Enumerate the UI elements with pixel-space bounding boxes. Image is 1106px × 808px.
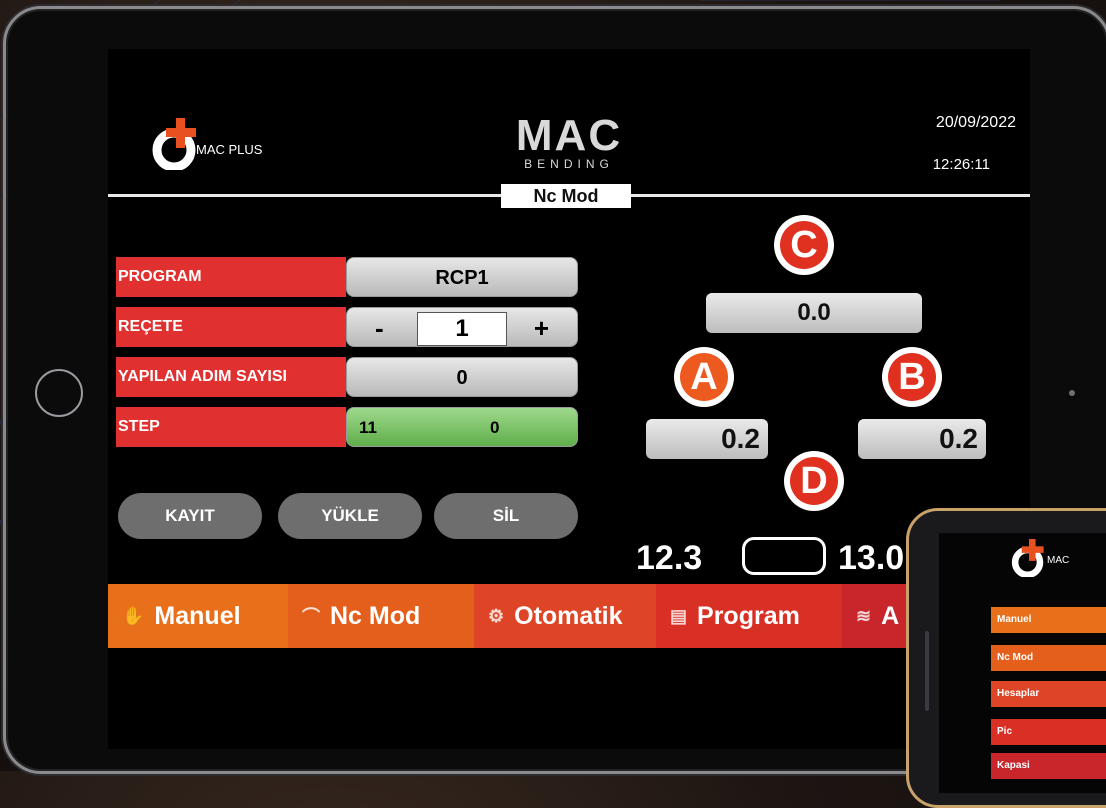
mac-plus-logo-icon-small bbox=[1011, 539, 1044, 577]
mode-indicator: Nc Mod bbox=[501, 184, 631, 208]
hand-icon: ✋ bbox=[122, 605, 145, 626]
axis-d-badge: D bbox=[784, 451, 844, 511]
axis-a-readout[interactable]: 0.2 bbox=[646, 419, 768, 459]
bottom-right-value: 13.0 bbox=[838, 539, 905, 577]
axis-a-badge: A bbox=[674, 347, 734, 407]
time-display: 12:26:11 bbox=[932, 156, 990, 173]
nav-program[interactable]: ▤ Program bbox=[656, 584, 842, 648]
nav-ncmod-label: Nc Mod bbox=[330, 601, 421, 630]
yukle-button[interactable]: YÜKLE bbox=[278, 493, 422, 539]
axis-c-badge: C bbox=[774, 215, 834, 275]
phone-menu-hesaplar[interactable]: Hesaplar bbox=[991, 681, 1106, 707]
brand-logo: MAC BENDING bbox=[503, 111, 635, 171]
phone-side-button bbox=[925, 631, 929, 711]
kayit-button[interactable]: KAYIT bbox=[118, 493, 262, 539]
axis-d-letter: D bbox=[790, 457, 838, 505]
axis-c-letter: C bbox=[780, 221, 828, 269]
step-label: STEP bbox=[116, 407, 346, 447]
bend-icon: ⌒ bbox=[302, 607, 320, 627]
logo-text: MAC PLUS bbox=[196, 142, 263, 157]
nav-manuel-label: Manuel bbox=[154, 601, 241, 630]
phone-logo-text: MAC bbox=[1047, 555, 1070, 566]
axis-b-readout[interactable]: 0.2 bbox=[858, 419, 986, 459]
program-label: PROGRAM bbox=[116, 257, 346, 297]
date-display: 20/09/2022 bbox=[935, 114, 1016, 131]
adim-sayisi-label: YAPILAN ADIM SAYISI bbox=[116, 357, 346, 397]
axis-b-badge: B bbox=[882, 347, 942, 407]
sil-button[interactable]: SİL bbox=[434, 493, 578, 539]
phone-menu-pic[interactable]: Pic bbox=[991, 719, 1106, 745]
recete-label: REÇETE bbox=[116, 307, 346, 347]
axis-b-letter: B bbox=[888, 353, 936, 401]
axis-c-readout[interactable]: 0.0 bbox=[706, 293, 922, 333]
phone-menu-kapasi[interactable]: Kapasi bbox=[991, 753, 1106, 779]
recete-input[interactable]: 1 bbox=[417, 312, 507, 346]
phone-menu-ncmod[interactable]: Nc Mod bbox=[991, 645, 1106, 671]
phone-frame: MAC Manuel Nc Mod Hesaplar Pic Kapasi bbox=[906, 508, 1106, 808]
document-icon: ▤ bbox=[670, 605, 688, 626]
brand-title: MAC bbox=[515, 111, 623, 160]
nav-manuel[interactable]: ✋ Manuel bbox=[108, 584, 288, 648]
recete-stepper: - 1 + bbox=[346, 307, 578, 347]
workpiece-tube-icon bbox=[742, 537, 826, 575]
nav-ncmod[interactable]: ⌒ Nc Mod bbox=[288, 584, 474, 648]
nav-program-label: Program bbox=[697, 601, 800, 630]
axis-a-letter: A bbox=[680, 353, 728, 401]
hmi-screen: MAC PLUS MAC BENDING 20/09/2022 12:26:11… bbox=[108, 49, 1030, 749]
step-current: 11 bbox=[359, 418, 377, 437]
nav-otomatik[interactable]: ⚙ Otomatik bbox=[474, 584, 656, 648]
tablet-camera bbox=[1069, 390, 1075, 396]
bottom-nav: ✋ Manuel ⌒ Nc Mod ⚙ Otomatik ▤ Program ≋… bbox=[108, 584, 1030, 648]
nav-otomatik-label: Otomatik bbox=[514, 601, 623, 630]
recete-decrement-button[interactable]: - bbox=[375, 313, 384, 343]
recete-increment-button[interactable]: + bbox=[534, 313, 549, 343]
phone-menu-manuel[interactable]: Manuel bbox=[991, 607, 1106, 633]
tablet-home-button[interactable] bbox=[35, 369, 83, 417]
step-progress: 11 0 bbox=[346, 407, 578, 447]
step-value: 0 bbox=[490, 418, 500, 437]
nav-fifth-label: A bbox=[881, 601, 900, 630]
wifi-icon: ≋ bbox=[856, 605, 872, 626]
bottom-left-value: 12.3 bbox=[636, 539, 703, 577]
gear-icon: ⚙ bbox=[488, 605, 505, 626]
program-field[interactable]: RCP1 bbox=[346, 257, 578, 297]
mac-plus-logo-icon bbox=[152, 118, 196, 170]
adim-sayisi-value: 0 bbox=[346, 357, 578, 397]
